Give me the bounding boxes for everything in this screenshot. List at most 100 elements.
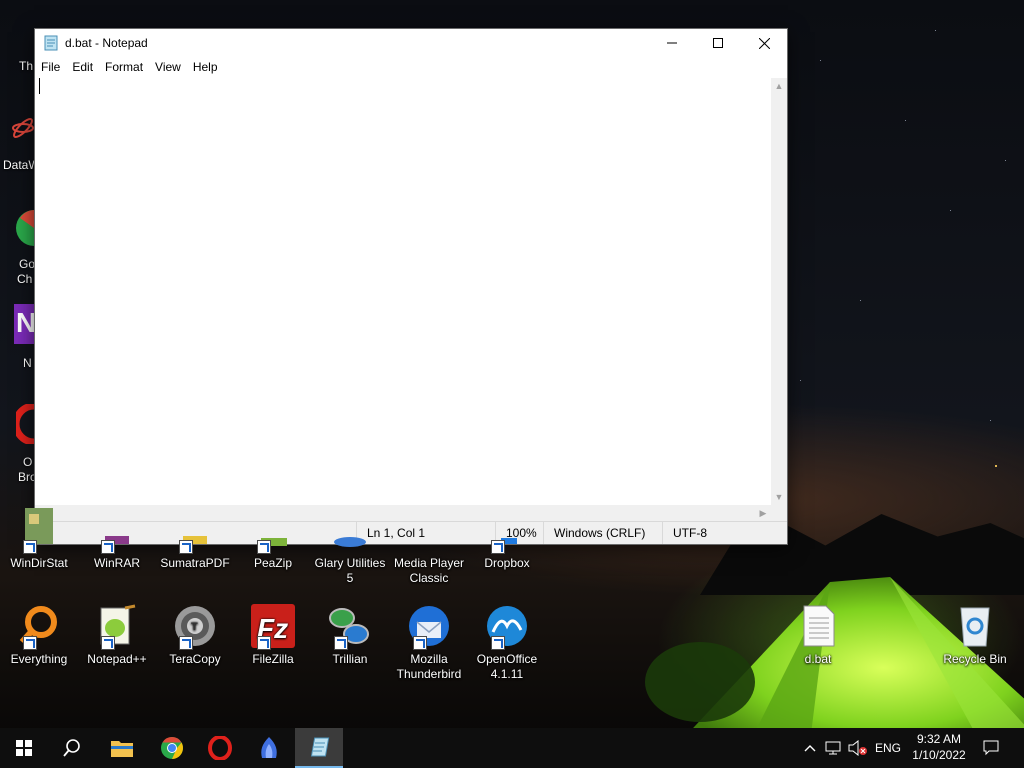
- text-editor-area[interactable]: [35, 78, 771, 505]
- partial-label-this-pc: Th: [19, 59, 34, 73]
- desktop-icon-label: TeraCopy: [169, 652, 221, 666]
- desktop-icon-openoffice[interactable]: OpenOffice 4.1.11: [469, 604, 545, 682]
- desktop-icon-label: Glary Utilities 5: [314, 556, 386, 585]
- menu-view[interactable]: View: [149, 60, 187, 74]
- blue-flame-app-icon: [261, 737, 277, 758]
- tray-volume[interactable]: [846, 728, 870, 768]
- start-button[interactable]: [0, 728, 48, 768]
- desktop-icon-glary-utilities[interactable]: Glary Utilities 5: [312, 508, 388, 586]
- desktop-icon-label: SumatraPDF: [160, 556, 230, 570]
- desktop-icon-windirstat[interactable]: WinDirStat: [1, 508, 77, 571]
- shortcut-arrow-icon: [491, 540, 505, 554]
- partial-label-chrome: Ch: [17, 272, 33, 286]
- network-icon: [825, 741, 841, 755]
- notepad-window[interactable]: d.bat - Notepad File Edit Format View He…: [34, 28, 788, 545]
- taskbar-file-explorer[interactable]: [98, 728, 146, 768]
- window-title: d.bat - Notepad: [65, 36, 148, 50]
- tray-language[interactable]: ENG: [872, 728, 904, 768]
- desktop-icon-label: FileZilla: [252, 652, 294, 666]
- recycle-bin-icon: [960, 607, 990, 647]
- tray-clock[interactable]: 9:32 AM 1/10/2022: [904, 731, 974, 763]
- menu-format[interactable]: Format: [99, 60, 149, 74]
- desktop-icon-teracopy[interactable]: T TeraCopy: [157, 604, 233, 667]
- scroll-up-icon[interactable]: ▲: [771, 78, 787, 94]
- shortcut-arrow-icon: [23, 636, 37, 650]
- menu-file[interactable]: File: [35, 60, 66, 74]
- desktop-icon-media-player-classic[interactable]: Media Player Classic: [391, 508, 467, 586]
- chevron-up-icon: [804, 745, 816, 752]
- desktop-icon-recycle-bin[interactable]: Recycle Bin: [937, 604, 1013, 667]
- opera-icon[interactable]: [16, 404, 34, 444]
- desktop-icon-label: WinRAR: [93, 556, 140, 570]
- taskbar-chrome[interactable]: [148, 728, 196, 768]
- maximize-button[interactable]: [695, 29, 741, 57]
- desktop-icon-sumatrapdf[interactable]: SumatraPDF: [157, 508, 233, 571]
- opera-icon: [208, 736, 232, 760]
- volume-muted-icon: [848, 740, 867, 756]
- svg-text:N: N: [16, 307, 34, 338]
- desktop-icon-mozilla-thunderbird[interactable]: Mozilla Thunderbird: [391, 604, 467, 682]
- clock-time: 9:32 AM: [916, 732, 962, 746]
- notepad-icon: [310, 737, 330, 757]
- close-button[interactable]: [741, 29, 787, 57]
- taskbar: ENG 9:32 AM 1/10/2022: [0, 728, 1024, 768]
- partial-label-n: N: [23, 356, 32, 370]
- windows-logo-icon: [16, 740, 32, 756]
- tray-network[interactable]: [822, 728, 844, 768]
- n-app-icon[interactable]: N: [14, 304, 34, 344]
- taskbar-opera[interactable]: [196, 728, 244, 768]
- text-caret: [39, 78, 40, 94]
- menu-edit[interactable]: Edit: [66, 60, 99, 74]
- shortcut-arrow-icon: [101, 540, 115, 554]
- desktop-icon-label: Notepad++: [87, 652, 147, 666]
- tray-show-hidden-icons[interactable]: [800, 728, 820, 768]
- shortcut-arrow-icon: [23, 540, 37, 554]
- desktop-icon-winrar[interactable]: WinRAR: [79, 508, 155, 571]
- desktop-icon-trillian[interactable]: Trillian: [312, 604, 388, 667]
- notification-icon: [983, 740, 999, 756]
- shortcut-arrow-icon: [101, 636, 115, 650]
- desktop-icon-d-bat[interactable]: d.bat: [780, 604, 856, 667]
- scroll-right-icon[interactable]: ▶: [755, 505, 771, 521]
- status-encoding: UTF-8: [662, 522, 773, 544]
- taskbar-app-blue[interactable]: [245, 728, 293, 768]
- shortcut-arrow-icon: [257, 540, 271, 554]
- desktop-icon-label: WinDirStat: [10, 556, 68, 570]
- desktop-icon-everything[interactable]: Everything: [1, 604, 77, 667]
- desktop-icon-label: Mozilla Thunderbird: [396, 652, 462, 681]
- desktop-icon-label: d.bat: [804, 652, 832, 666]
- chrome-icon: [161, 737, 183, 759]
- text-file-icon: [803, 605, 835, 647]
- shortcut-arrow-icon: [491, 636, 505, 650]
- action-center-button[interactable]: [978, 728, 1004, 768]
- search-button[interactable]: [48, 728, 96, 768]
- chrome-icon[interactable]: [16, 208, 34, 248]
- atom-icon[interactable]: [12, 112, 34, 144]
- desktop-icon-label: OpenOffice 4.1.11: [476, 652, 538, 681]
- desktop-icon-filezilla[interactable]: Fz FileZilla: [235, 604, 311, 667]
- scrollbar-corner: [771, 505, 787, 521]
- svg-text:T: T: [191, 621, 198, 633]
- minimize-button[interactable]: [649, 29, 695, 57]
- title-bar[interactable]: d.bat - Notepad: [35, 29, 787, 57]
- desktop-icon-dropbox[interactable]: Dropbox: [469, 508, 545, 571]
- desktop-icon-notepad-plus-plus[interactable]: Notepad++: [79, 604, 155, 667]
- desktop-icon-peazip[interactable]: PeaZip: [235, 508, 311, 571]
- vertical-scrollbar[interactable]: ▲ ▼: [771, 78, 787, 505]
- shortcut-arrow-icon: [179, 540, 193, 554]
- desktop-icon-label: Recycle Bin: [943, 652, 1007, 666]
- minimize-icon: [667, 42, 677, 44]
- desktop-icon-label: Media Player Classic: [393, 556, 465, 585]
- close-icon: [758, 37, 770, 49]
- taskbar-notepad[interactable]: [295, 728, 343, 768]
- menu-bar: File Edit Format View Help: [35, 57, 787, 77]
- folder-icon: [111, 741, 133, 757]
- shortcut-arrow-icon: [413, 636, 427, 650]
- shortcut-arrow-icon: [334, 636, 348, 650]
- clock-date: 1/10/2022: [912, 748, 966, 762]
- desktop-icon-label: Trillian: [332, 652, 368, 666]
- desktop-icon-label: PeaZip: [253, 556, 293, 570]
- scroll-down-icon[interactable]: ▼: [771, 489, 787, 505]
- desktop-icon-label: Dropbox: [484, 556, 530, 570]
- menu-help[interactable]: Help: [187, 60, 224, 74]
